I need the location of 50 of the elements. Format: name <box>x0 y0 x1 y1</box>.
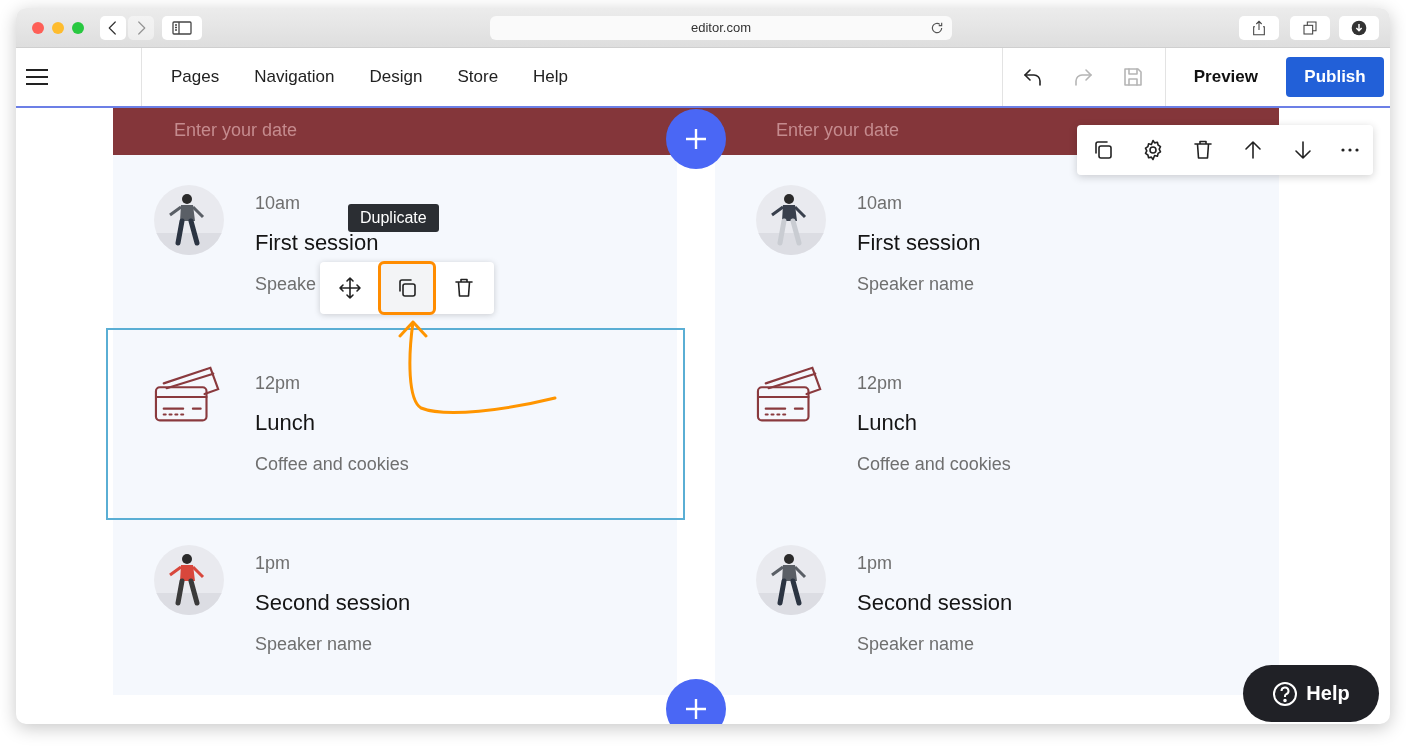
item-title: Second session <box>255 590 411 616</box>
download-icon <box>1351 19 1367 36</box>
publish-button[interactable]: Publish <box>1286 57 1384 97</box>
add-section-button[interactable] <box>666 679 726 724</box>
trash-icon <box>452 276 476 300</box>
share-icon <box>1251 18 1267 37</box>
item-time: 10am <box>857 193 903 214</box>
tabs-button[interactable] <box>1290 15 1330 40</box>
item-title: First session <box>255 230 379 256</box>
help-button[interactable]: Help <box>1243 665 1379 722</box>
move-icon <box>338 276 362 300</box>
item-subtitle: Speaker name <box>857 634 975 655</box>
menu-item[interactable]: Design <box>369 67 423 87</box>
item-subtitle: Speaker name <box>255 634 373 655</box>
sidebar-button[interactable] <box>162 15 202 40</box>
plus-icon <box>684 697 708 721</box>
item-time: 12pm <box>857 373 903 394</box>
item-time: 1pm <box>857 553 892 574</box>
item-title: First session <box>857 230 981 256</box>
item-time: 12pm <box>255 373 301 394</box>
item-title: Second session <box>857 590 1013 616</box>
more-button[interactable] <box>1341 148 1359 152</box>
menu-item[interactable]: Pages <box>171 67 220 87</box>
item-subtitle: Speake <box>255 274 317 295</box>
back-button[interactable] <box>100 15 126 40</box>
menu-item[interactable]: Navigation <box>254 67 335 87</box>
item-title: Lunch <box>255 410 315 436</box>
item-time: 1pm <box>255 553 290 574</box>
item-subtitle: Speaker name <box>857 274 975 295</box>
item-subtitle: Coffee and cookies <box>255 454 409 475</box>
menu-item[interactable]: Help <box>533 67 569 87</box>
menu-item[interactable]: Store <box>457 67 499 87</box>
help-icon <box>1272 680 1299 707</box>
item-title: Lunch <box>857 410 917 436</box>
preview-button[interactable]: Preview <box>1165 48 1286 106</box>
address-bar[interactable]: editor.com <box>490 15 952 40</box>
delete-button[interactable] <box>1191 138 1215 162</box>
item-time: 10am <box>255 193 301 214</box>
download-button[interactable] <box>1339 15 1379 40</box>
duplicate-tooltip: Duplicate <box>348 204 439 232</box>
plus-icon <box>684 127 708 151</box>
menu-icon[interactable] <box>26 68 48 86</box>
tabs-icon <box>1302 19 1318 36</box>
trash-icon <box>1191 138 1215 162</box>
more-icon <box>1341 148 1359 152</box>
duplicate-button[interactable] <box>378 261 436 315</box>
reload-icon[interactable] <box>930 20 944 35</box>
item-subtitle: Coffee and cookies <box>857 454 1011 475</box>
sidebar-icon <box>172 20 192 35</box>
share-button[interactable] <box>1239 15 1279 40</box>
